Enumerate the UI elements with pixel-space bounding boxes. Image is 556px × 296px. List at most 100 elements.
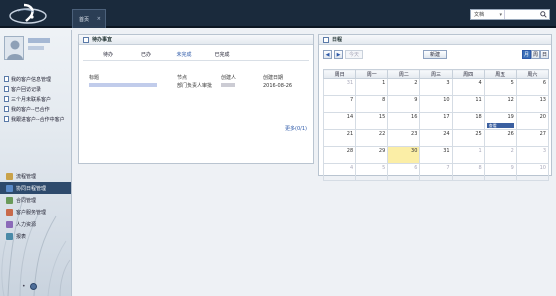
people-icon: [6, 220, 13, 228]
calendar-day-cell[interactable]: 21: [322, 129, 357, 147]
month-grid: 周日 周一 周二 周三 周四 周五 周六 31 1 2 3 4 5 6 7 8 9 10 11 12 13…: [322, 69, 550, 181]
calendar-day-cell[interactable]: 3: [515, 146, 550, 164]
day-number: 31: [346, 80, 354, 86]
calendar-day-cell[interactable]: 2: [387, 78, 421, 96]
calendar-day-cell[interactable]: 11: [451, 95, 485, 113]
weekday-wed: 周三: [419, 69, 453, 79]
calendar-day-cell[interactable]: 31: [419, 146, 453, 164]
weekday-sun: 周日: [322, 69, 357, 79]
calendar-day-cell[interactable]: 12: [483, 95, 517, 113]
favorites-list: 我的客户信息管理 客户回访记录 三个月未联系客户 我的客户--已合作 我跟进客户…: [4, 74, 70, 124]
calendar-day-cell[interactable]: 30: [387, 146, 421, 164]
nav-item-reports[interactable]: 报表: [0, 230, 71, 242]
calendar-day-cell[interactable]: 29: [355, 146, 389, 164]
more-link[interactable]: 更多(0/1): [285, 125, 307, 132]
favorite-item[interactable]: 客户回访记录: [4, 84, 70, 94]
new-event-button[interactable]: 新建: [423, 50, 447, 59]
calendar-day-cell[interactable]: 9: [483, 163, 517, 181]
prev-month-button[interactable]: ◀: [323, 50, 332, 59]
calendar-day-cell[interactable]: 25: [451, 129, 485, 147]
today-button[interactable]: 今天: [345, 50, 363, 59]
weekday-sat: 周六: [515, 69, 550, 79]
day-number: 5: [510, 80, 514, 86]
favorite-item[interactable]: 三个月未联系客户: [4, 94, 70, 104]
close-icon[interactable]: ×: [97, 16, 101, 22]
calendar-day-cell[interactable]: 20: [515, 112, 550, 130]
calendar-day-cell[interactable]: 27: [515, 129, 550, 147]
row-creator: [219, 81, 261, 90]
day-number: 18: [475, 114, 482, 120]
calendar-day-cell[interactable]: 16: [387, 112, 421, 130]
week-row: 7 8 9 10 11 12 13: [322, 95, 550, 113]
day-number: 12: [507, 97, 514, 103]
view-month-button[interactable]: 月: [522, 50, 531, 59]
tab-home[interactable]: 首页 ×: [72, 9, 106, 28]
calendar-day-cell[interactable]: 1: [451, 146, 485, 164]
nav-item-customer-service[interactable]: 客户服务管理: [0, 206, 71, 218]
favorite-label: 我跟进客户--合作中客户: [11, 116, 65, 123]
avatar[interactable]: [4, 36, 24, 60]
nav-item-contract[interactable]: 合同管理: [0, 194, 71, 206]
calendar-day-cell[interactable]: 10: [515, 163, 550, 181]
sidebar: 我的客户信息管理 客户回访记录 三个月未联系客户 我的客户--已合作 我跟进客户…: [0, 30, 72, 296]
view-day-button[interactable]: 日: [540, 50, 549, 59]
calendar-day-cell[interactable]: 8: [451, 163, 485, 181]
module-nav: 流程管理 协同日程管理 合同管理 客户服务管理 人力资源 报表: [0, 170, 71, 242]
day-number: 22: [378, 131, 386, 137]
calendar-day-cell[interactable]: 17: [419, 112, 453, 130]
calendar-day-cell[interactable]: 10: [419, 95, 453, 113]
calendar-day-cell[interactable]: 1: [355, 78, 389, 96]
calendar-day-cell[interactable]: 28: [322, 146, 357, 164]
calendar-day-cell[interactable]: 26: [483, 129, 517, 147]
calendar-day-cell[interactable]: 19 查看: [483, 112, 517, 130]
weekday-mon: 周一: [355, 69, 389, 79]
calendar-day-cell[interactable]: 5: [355, 163, 389, 181]
calendar-day-cell[interactable]: 5: [483, 78, 517, 96]
view-week-button[interactable]: 周: [531, 50, 540, 59]
calendar-day-cell[interactable]: 14: [322, 112, 357, 130]
calendar-day-cell[interactable]: 4: [451, 78, 485, 96]
nav-item-workflow[interactable]: 流程管理: [0, 170, 71, 182]
nav-label: 流程管理: [16, 173, 37, 180]
calendar-panel: 日程 ◀ ▶ 今天 新建 月 周 日 周日 周一 周二 周三 周四 周五 周六 …: [318, 34, 552, 181]
favorite-item[interactable]: 我的客户信息管理: [4, 74, 70, 84]
top-bar: 首页 × 文档: [0, 0, 556, 28]
calendar-day-cell[interactable]: 15: [355, 112, 389, 130]
calendar-day-cell[interactable]: 2: [483, 146, 517, 164]
calendar-day-cell[interactable]: 9: [387, 95, 421, 113]
page-indicator[interactable]: [29, 283, 37, 290]
next-month-button[interactable]: ▶: [334, 50, 343, 59]
table-row[interactable]: 部门负责人审批 2016-08-26: [87, 81, 313, 90]
dot-icon: •: [22, 283, 26, 290]
day-number: 20: [539, 114, 546, 120]
calendar-day-cell[interactable]: 6: [515, 78, 550, 96]
row-node: 部门负责人审批: [177, 83, 213, 89]
calendar-day-cell[interactable]: 3: [419, 78, 453, 96]
calendar-day-cell[interactable]: 7: [322, 95, 357, 113]
weekday-header-row: 周日 周一 周二 周三 周四 周五 周六: [322, 69, 550, 79]
nav-item-schedule[interactable]: 协同日程管理: [0, 182, 71, 194]
calendar-day-cell[interactable]: 8: [355, 95, 389, 113]
search-scope-select[interactable]: 文档: [471, 10, 505, 20]
day-number: 14: [346, 114, 354, 120]
calendar-day-cell[interactable]: 13: [515, 95, 550, 113]
calendar-day-cell[interactable]: 7: [419, 163, 453, 181]
title-link-blurred[interactable]: [89, 83, 157, 87]
nav-item-hr[interactable]: 人力资源: [0, 218, 71, 230]
row-title[interactable]: [87, 81, 175, 90]
favorite-item[interactable]: 我的客户--已合作: [4, 104, 70, 114]
calendar-day-cell[interactable]: 31: [322, 78, 357, 96]
search-input[interactable]: [505, 10, 538, 19]
day-number: 9: [510, 165, 514, 171]
calendar-day-cell[interactable]: 22: [355, 129, 389, 147]
day-number: 23: [411, 131, 418, 137]
calendar-event[interactable]: 查看: [486, 123, 514, 128]
calendar-day-cell[interactable]: 4: [322, 163, 357, 181]
search-icon[interactable]: [538, 10, 549, 19]
user-dept-blurred: [28, 46, 44, 50]
calendar-day-cell[interactable]: 24: [419, 129, 453, 147]
calendar-day-cell[interactable]: 6: [387, 163, 421, 181]
calendar-day-cell[interactable]: 23: [387, 129, 421, 147]
calendar-day-cell[interactable]: 18: [451, 112, 485, 130]
favorite-item[interactable]: 我跟进客户--合作中客户: [4, 114, 70, 124]
